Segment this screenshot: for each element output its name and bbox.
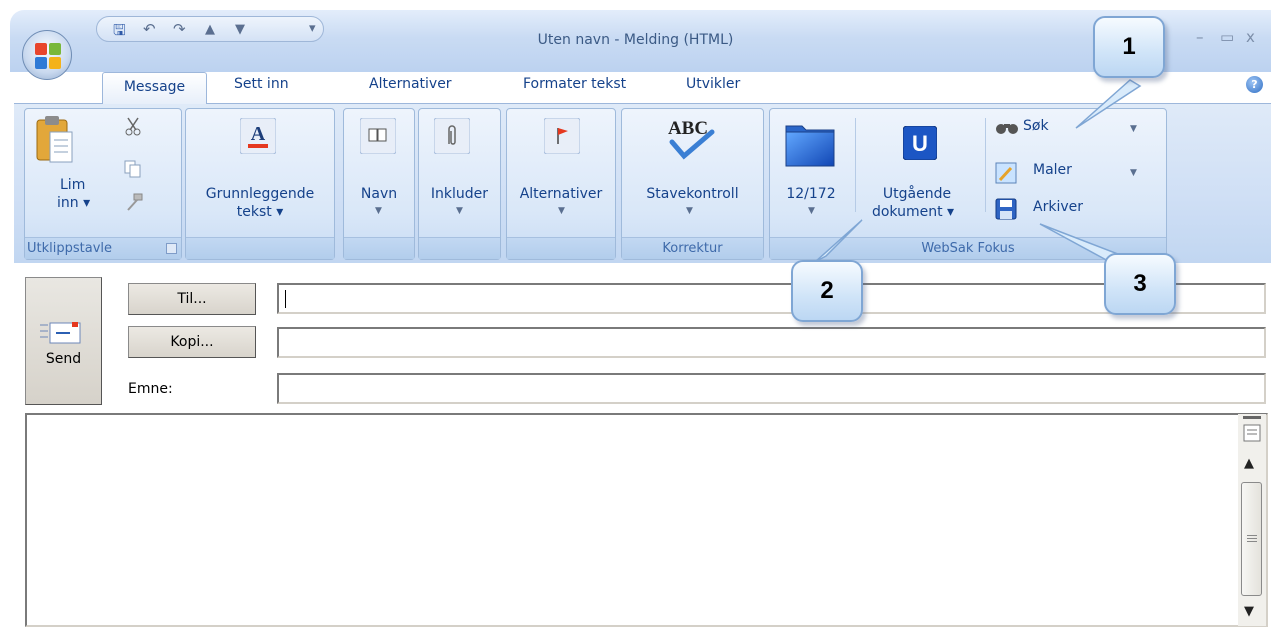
- callout-3: 3: [1104, 253, 1176, 315]
- callout-2: 2: [791, 260, 863, 322]
- office-logo-icon: [35, 43, 61, 69]
- tab-message[interactable]: Message: [102, 72, 207, 104]
- office-button[interactable]: [22, 30, 72, 80]
- callout-1: 1: [1093, 16, 1165, 78]
